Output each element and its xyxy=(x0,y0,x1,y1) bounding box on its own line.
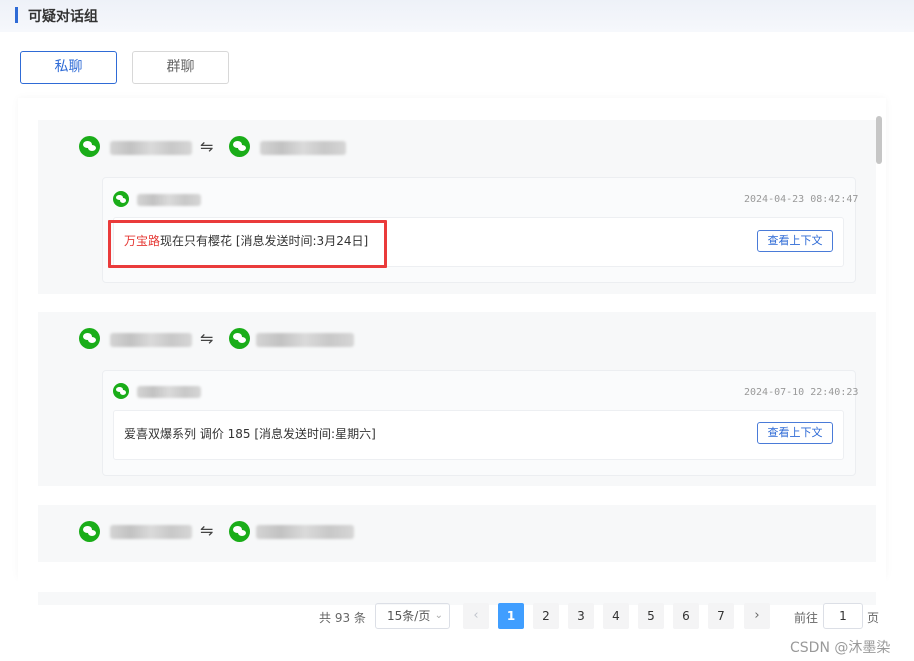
redacted-username xyxy=(256,333,354,347)
redacted-username xyxy=(110,333,192,347)
section-accent-bar xyxy=(15,7,18,23)
page-button-1[interactable]: 1 xyxy=(498,603,524,629)
swap-arrows-icon: ⇋ xyxy=(200,329,214,348)
redacted-username xyxy=(110,525,192,539)
prev-page-button[interactable]: ‹ xyxy=(463,603,489,629)
page-button-4[interactable]: 4 xyxy=(603,603,629,629)
watermark: CSDN @沐墨染 xyxy=(790,640,891,656)
page-button-5[interactable]: 5 xyxy=(638,603,664,629)
redacted-sender xyxy=(137,194,201,206)
wechat-icon xyxy=(113,383,129,399)
chevron-down-icon: ⌄ xyxy=(434,610,443,621)
pagination-total: 共 93 条 xyxy=(319,611,366,625)
message-timestamp: 2024-04-23 08:42:47 xyxy=(744,194,859,205)
view-context-button[interactable]: 查看上下文 xyxy=(757,230,833,252)
next-page-button[interactable]: › xyxy=(744,603,770,629)
wechat-icon xyxy=(229,136,250,157)
highlight-annotation-box xyxy=(108,220,387,268)
swap-arrows-icon: ⇋ xyxy=(200,137,214,156)
redacted-username xyxy=(260,141,346,155)
view-context-button[interactable]: 查看上下文 xyxy=(757,422,833,444)
wechat-icon xyxy=(113,191,129,207)
tab-group-chat[interactable]: 群聊 xyxy=(132,51,229,84)
wechat-icon xyxy=(229,328,250,349)
jump-page-input[interactable]: 1 xyxy=(823,603,863,629)
jump-unit-label: 页 xyxy=(867,611,880,625)
jump-label: 前往 xyxy=(794,611,819,625)
scrollbar-thumb[interactable] xyxy=(876,116,882,164)
wechat-icon xyxy=(229,521,250,542)
list-fade xyxy=(18,562,886,592)
section-header: 可疑对话组 xyxy=(0,0,914,32)
page-button-7[interactable]: 7 xyxy=(708,603,734,629)
message-text: 爱喜双爆系列 调价 185 [消息发送时间:星期六] xyxy=(124,427,376,441)
page-button-2[interactable]: 2 xyxy=(533,603,559,629)
wechat-icon xyxy=(79,521,100,542)
page-button-6[interactable]: 6 xyxy=(673,603,699,629)
tab-private-chat[interactable]: 私聊 xyxy=(20,51,117,84)
section-title: 可疑对话组 xyxy=(28,9,98,25)
page-size-value: 15条/页 xyxy=(387,609,431,623)
page-button-3[interactable]: 3 xyxy=(568,603,594,629)
redacted-sender xyxy=(137,386,201,398)
redacted-username xyxy=(256,525,354,539)
redacted-username xyxy=(110,141,192,155)
wechat-icon xyxy=(79,328,100,349)
page-size-select[interactable]: 15条/页 ⌄ xyxy=(375,603,450,629)
wechat-icon xyxy=(79,136,100,157)
swap-arrows-icon: ⇋ xyxy=(200,521,214,540)
message-timestamp: 2024-07-10 22:40:23 xyxy=(744,387,859,398)
